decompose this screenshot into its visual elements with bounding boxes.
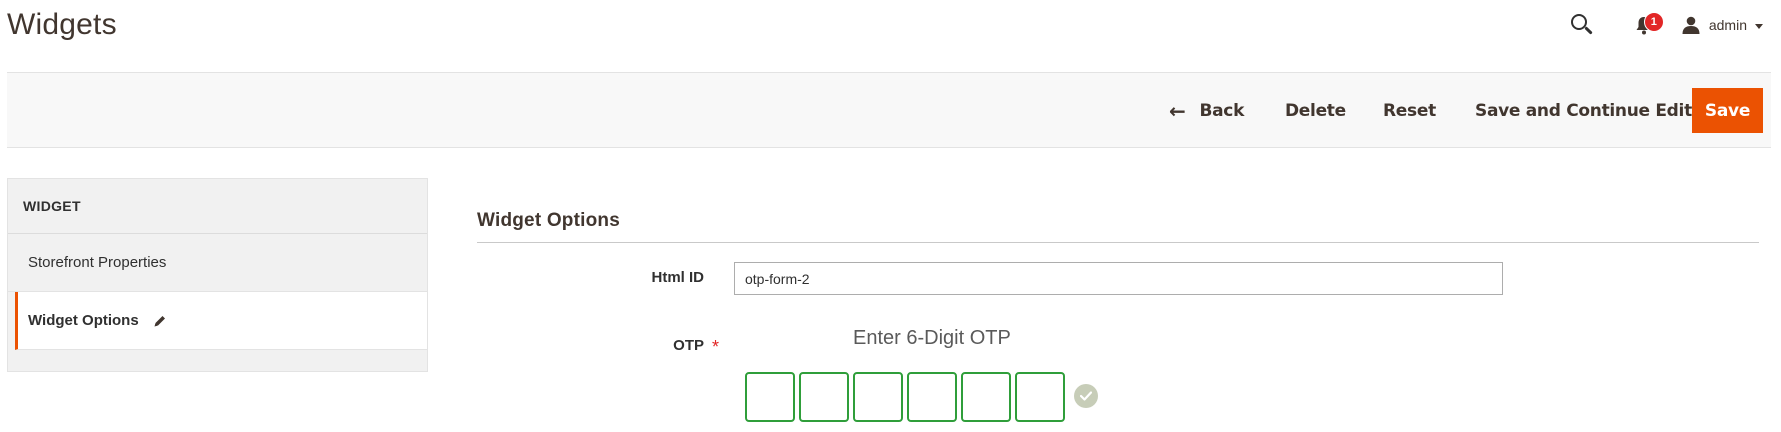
html-id-input[interactable] — [734, 262, 1503, 295]
page-actions-bar: ← Back Delete Reset Save and Continue Ed… — [7, 72, 1771, 148]
save-button[interactable]: Save — [1692, 88, 1763, 133]
header-tools: 1 admin — [1569, 10, 1763, 40]
otp-heading: Enter 6-Digit OTP — [853, 327, 1011, 349]
otp-digit-input[interactable] — [853, 372, 903, 422]
html-id-label: Html ID — [651, 269, 705, 286]
otp-digit-input[interactable] — [799, 372, 849, 422]
user-name: admin — [1708, 17, 1747, 33]
user-menu[interactable]: admin — [1682, 16, 1763, 34]
otp-label: OTP — [673, 337, 704, 354]
section-title: Widget Options — [477, 210, 620, 231]
tab-storefront-properties[interactable]: Storefront Properties — [8, 234, 427, 292]
required-marker: * — [712, 337, 720, 357]
notifications-button[interactable]: 1 — [1633, 12, 1664, 37]
otp-digit-input[interactable] — [1015, 372, 1065, 422]
otp-input-group — [745, 372, 1069, 422]
notification-badge: 1 — [1643, 12, 1664, 32]
otp-digit-input[interactable] — [745, 372, 795, 422]
user-icon — [1682, 16, 1700, 34]
chevron-down-icon — [1755, 23, 1763, 29]
tabs-heading: WIDGET — [8, 179, 427, 234]
widget-tabs-panel: WIDGET Storefront Properties Widget Opti… — [7, 178, 428, 372]
delete-button[interactable]: Delete — [1285, 88, 1346, 133]
back-button-label: Back — [1199, 100, 1245, 121]
otp-digit-input[interactable] — [961, 372, 1011, 422]
search-icon[interactable] — [1569, 12, 1595, 38]
section-divider — [477, 242, 1759, 243]
otp-digit-input[interactable] — [907, 372, 957, 422]
page-title: Widgets — [7, 8, 117, 41]
arrow-left-icon: ← — [1169, 98, 1186, 123]
back-button[interactable]: ← Back — [1169, 88, 1244, 133]
reset-button[interactable]: Reset — [1383, 88, 1436, 133]
save-and-continue-button[interactable]: Save and Continue Edit — [1475, 88, 1692, 133]
tab-label: Widget Options — [28, 312, 139, 329]
check-icon — [1074, 384, 1098, 408]
tab-widget-options[interactable]: Widget Options — [15, 292, 427, 350]
tab-label: Storefront Properties — [28, 254, 167, 271]
pencil-icon — [153, 314, 167, 328]
